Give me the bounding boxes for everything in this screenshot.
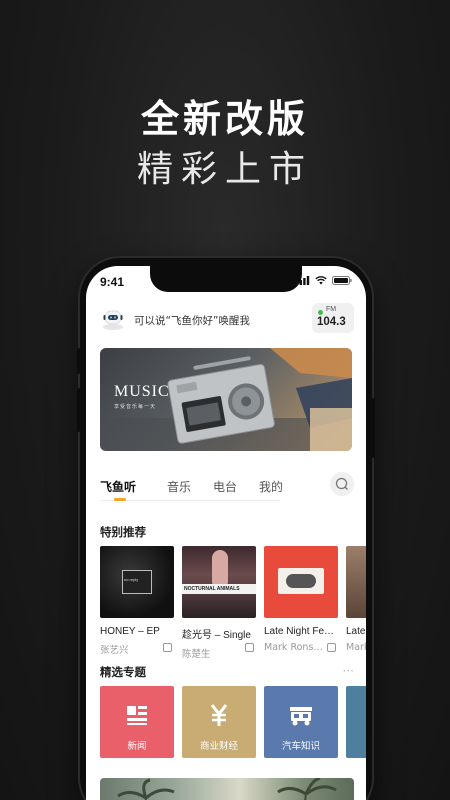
status-icons xyxy=(296,276,352,285)
album-card[interactable]: NOCTURNAL ANIMALS 趁光号 – Single 陈楚生 xyxy=(182,546,256,660)
album-bag-icon[interactable] xyxy=(327,643,336,652)
album-card[interactable]: no reply HONEY – EP 张艺兴 xyxy=(100,546,174,656)
album-cover: NOCTURNAL ANIMALS xyxy=(182,546,256,618)
phone-screen: 9:41 可以说“飞鱼你好”唤醒我 FM 104.3 MUSIC 享受音乐每一天… xyxy=(86,266,366,800)
phone-side-button xyxy=(77,388,80,432)
album-title: Late xyxy=(346,626,366,637)
topic-label: 新闻 xyxy=(127,741,147,752)
album-card[interactable]: Late Mark xyxy=(346,546,366,653)
topic-card-finance[interactable]: 商业财经 xyxy=(182,686,256,758)
bottom-promo-banner[interactable] xyxy=(100,778,354,800)
album-bag-icon[interactable] xyxy=(163,643,172,652)
status-bar: 9:41 xyxy=(86,266,366,296)
voice-row[interactable]: 可以说“飞鱼你好”唤醒我 FM 104.3 xyxy=(100,302,354,336)
phone-frame: 9:41 可以说“飞鱼你好”唤醒我 FM 104.3 MUSIC 享受音乐每一天… xyxy=(77,258,375,800)
fm-live-dot xyxy=(318,310,323,315)
album-cover-label xyxy=(122,570,152,594)
topic-label: 汽车知识 xyxy=(281,741,320,752)
more-icon[interactable]: ··· xyxy=(343,664,354,678)
palm-trees-illustration xyxy=(117,778,337,800)
topic-card-auto[interactable]: 汽车知识 xyxy=(264,686,338,758)
album-title: 趁光号 – Single xyxy=(182,630,251,641)
album-cover: no reply xyxy=(100,546,174,618)
news-icon xyxy=(127,706,147,725)
album-cover xyxy=(264,546,338,618)
topic-card-news[interactable]: 新闻 xyxy=(100,686,174,758)
hero-banner[interactable]: MUSIC 享受音乐每一天 xyxy=(100,348,352,451)
album-bag-icon[interactable] xyxy=(245,643,254,652)
album-title: HONEY – EP xyxy=(100,626,160,637)
status-time: 9:41 xyxy=(100,275,125,289)
fm-radio-button[interactable]: FM 104.3 xyxy=(312,303,354,333)
topic-label: 商业财经 xyxy=(199,741,238,752)
promo-subline: 精彩上市 xyxy=(136,149,313,190)
tab-music[interactable]: 音乐 xyxy=(167,478,191,495)
voice-wakeup-hint: 可以说“飞鱼你好”唤醒我 xyxy=(134,315,250,327)
wifi-icon xyxy=(315,276,327,285)
album-card[interactable]: Late Night Fe… Mark Rons… xyxy=(264,546,338,653)
yuan-icon xyxy=(210,704,228,726)
album-title: Late Night Fe… xyxy=(264,626,335,637)
battery-icon xyxy=(332,276,352,285)
album-artist: Mark xyxy=(346,642,366,653)
album-cover xyxy=(346,546,366,618)
promo-headline: 全新改版 xyxy=(140,97,309,141)
fm-label: FM xyxy=(326,306,337,313)
topics-section-title: 精选专题 xyxy=(100,665,146,679)
tab-mine[interactable]: 我的 xyxy=(259,478,283,495)
album-cover-text: no reply xyxy=(124,577,139,582)
topic-card-partial[interactable] xyxy=(346,686,366,758)
search-button[interactable] xyxy=(330,472,354,496)
fm-frequency: 104.3 xyxy=(317,316,346,328)
search-icon xyxy=(335,477,348,490)
phone-side-button xyxy=(77,348,80,374)
robot-avatar-icon[interactable] xyxy=(100,305,126,331)
album-cover-figure xyxy=(212,550,228,586)
tab-active-indicator xyxy=(114,498,126,501)
featured-section-title: 特别推荐 xyxy=(100,525,146,539)
tab-feiyu[interactable]: 飞鱼听 xyxy=(100,478,136,495)
tab-divider xyxy=(100,500,280,501)
signal-icon xyxy=(296,276,310,285)
car-icon xyxy=(290,707,312,726)
banner-title: MUSIC xyxy=(114,383,170,400)
tab-bar: 飞鱼听 音乐 电台 我的 xyxy=(100,472,354,508)
phone-side-button xyxy=(372,398,375,458)
album-cover-shape xyxy=(286,574,316,588)
tab-radio[interactable]: 电台 xyxy=(213,478,237,495)
banner-subtitle: 享受音乐每一天 xyxy=(114,404,157,410)
album-cover-text: NOCTURNAL ANIMALS xyxy=(184,586,240,592)
